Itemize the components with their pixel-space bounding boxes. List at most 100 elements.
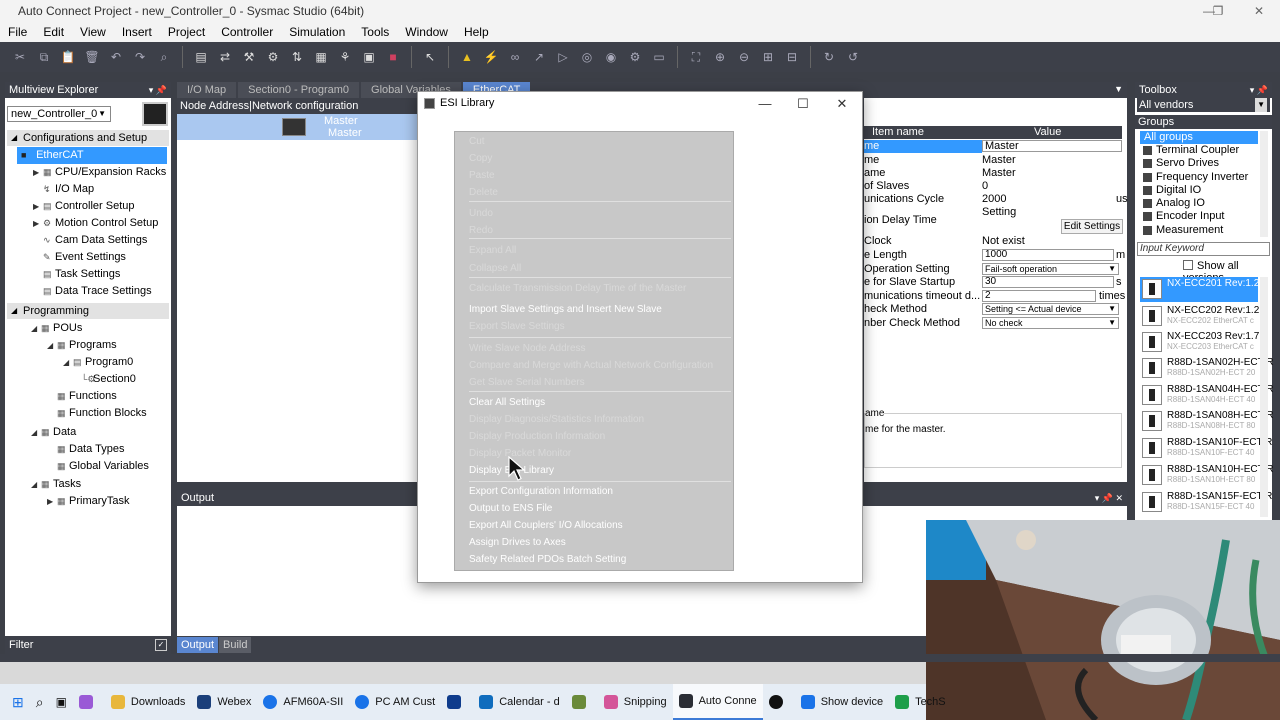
group-digital-io[interactable]: Digital IO: [1140, 184, 1258, 197]
tree-item-data-trace[interactable]: ▤ Data Trace Settings: [43, 283, 152, 300]
dialog-maximize-button[interactable]: ☐: [784, 94, 822, 114]
back-icon[interactable]: ↻: [819, 47, 839, 67]
find-icon[interactable]: ⌕: [154, 47, 174, 67]
run-icon[interactable]: ▷: [553, 47, 573, 67]
taskbar-app-icon[interactable]: [566, 684, 598, 720]
tree-item-cam-data[interactable]: ∿ Cam Data Settings: [43, 232, 147, 249]
groups-scrollbar[interactable]: [1260, 131, 1268, 237]
menu-file[interactable]: File: [0, 25, 35, 39]
zoom-out-icon[interactable]: ⊖: [734, 47, 754, 67]
group-frequency-inverter[interactable]: Frequency Inverter: [1140, 171, 1258, 184]
collapse-icon[interactable]: ◢: [31, 424, 41, 441]
property-row[interactable]: ame Master: [864, 167, 1122, 180]
pin-icon[interactable]: ▾ 📌: [1250, 82, 1268, 98]
taskbar-sysmac[interactable]: Auto Conne: [672, 684, 763, 720]
menu-item-safety-pdos[interactable]: Safety Related PDOs Batch Setting: [469, 554, 626, 565]
tree-item-primary-task[interactable]: ▶ ▦ PrimaryTask: [47, 493, 130, 510]
expand-icon[interactable]: ▶: [33, 164, 43, 181]
property-row[interactable]: nber Check Method No check ▼: [864, 317, 1122, 330]
group-encoder-input[interactable]: Encoder Input: [1140, 210, 1258, 223]
device-name-field[interactable]: Master: [982, 140, 1122, 152]
menu-edit[interactable]: Edit: [35, 25, 72, 39]
taskbar-app-icon[interactable]: [763, 684, 795, 720]
menu-item-write-node-address[interactable]: Write Slave Node Address: [469, 343, 586, 354]
tree-item-program0[interactable]: ◢ ▤ Program0: [63, 354, 133, 371]
programming-header[interactable]: ◢ Programming: [7, 303, 169, 319]
collapse-icon[interactable]: ◢: [31, 320, 41, 337]
menu-insert[interactable]: Insert: [114, 25, 160, 39]
taskbar-show-device[interactable]: Show device: [795, 684, 889, 720]
chevron-down-icon[interactable]: ▼: [1114, 84, 1123, 94]
horizontal-scrollbar[interactable]: [0, 662, 926, 684]
tab-section0[interactable]: Section0 - Program0: [238, 82, 360, 98]
transfer-icon[interactable]: ⇅: [287, 47, 307, 67]
tree-item-pous[interactable]: ◢ ▦ POUs: [31, 320, 82, 337]
tree-item-cpu-racks[interactable]: ▶ ▦ CPU/Expansion Racks: [33, 164, 166, 181]
tree-item-ethercat[interactable]: ■ EtherCAT: [17, 147, 167, 164]
menu-window[interactable]: Window: [397, 25, 456, 39]
simulate-icon[interactable]: ▣: [359, 47, 379, 67]
menu-project[interactable]: Project: [160, 25, 213, 39]
property-row[interactable]: e Length 1000 m: [864, 249, 1125, 262]
wrench-icon[interactable]: ⚒: [239, 47, 259, 67]
property-dropdown[interactable]: No check ▼: [982, 317, 1119, 329]
property-row[interactable]: Clock Not exist: [864, 235, 1122, 248]
menu-item-assign-drives[interactable]: Assign Drives to Axes: [469, 537, 566, 548]
menu-item-diagnosis[interactable]: Display Diagnosis/Statistics Information: [469, 414, 644, 425]
group-terminal-coupler[interactable]: Terminal Coupler: [1140, 144, 1258, 157]
zoom-in-icon[interactable]: ⊕: [710, 47, 730, 67]
taskbar-calendar[interactable]: Calendar - d: [473, 684, 566, 720]
menu-item-collapse-all[interactable]: Collapse All: [469, 263, 521, 274]
copy-icon[interactable]: ⧉: [34, 47, 54, 67]
property-dropdown[interactable]: Fail-soft operation ▼: [982, 263, 1119, 275]
menu-tools[interactable]: Tools: [353, 25, 397, 39]
tree-item-programs[interactable]: ◢ ▦ Programs: [47, 337, 117, 354]
tree-item-functions[interactable]: ▦ Functions: [57, 388, 117, 405]
group-measurement-sensor[interactable]: Measurement Sensor: [1140, 224, 1258, 236]
taskbar-app-icon[interactable]: [441, 684, 473, 720]
group-all[interactable]: All groups: [1140, 131, 1258, 144]
device-item[interactable]: NX-ECC201 Rev:1.2: [1140, 277, 1259, 302]
tree-item-motion-setup[interactable]: ▶ ⚙ Motion Control Setup: [33, 215, 158, 232]
panel-controls-icon[interactable]: ▾ 📌 ✕: [1095, 490, 1123, 506]
menu-item-export-config[interactable]: Export Configuration Information: [469, 486, 613, 497]
menu-item-get-serial[interactable]: Get Slave Serial Numbers: [469, 377, 585, 388]
property-row[interactable]: unications Cycle 2000 us: [864, 193, 1128, 206]
grid-icon[interactable]: ⊞: [758, 47, 778, 67]
watch-icon[interactable]: ◉: [601, 47, 621, 67]
tab-io-map[interactable]: I/O Map: [177, 82, 237, 98]
tree-item-data[interactable]: ◢ ▦ Data: [31, 424, 76, 441]
taskbar-webex[interactable]: Webex: [191, 684, 257, 720]
redo-icon[interactable]: ↷: [130, 47, 150, 67]
property-field[interactable]: 2: [982, 290, 1096, 302]
start-button[interactable]: ⊞: [6, 684, 30, 720]
settings-icon[interactable]: ⚙: [625, 47, 645, 67]
taskbar-techs[interactable]: TechS: [889, 684, 952, 720]
property-row[interactable]: munications timeout d... 2 times: [864, 290, 1125, 303]
fit-icon[interactable]: ⛶: [686, 47, 706, 67]
forward-icon[interactable]: ↺: [843, 47, 863, 67]
monitor-icon[interactable]: ▦: [311, 47, 331, 67]
sync-icon[interactable]: ⇄: [215, 47, 235, 67]
vendor-select[interactable]: All vendors ▼: [1137, 98, 1270, 112]
property-dropdown[interactable]: Setting <= Actual device ▼: [982, 303, 1119, 315]
menu-item-redo[interactable]: Redo: [469, 225, 493, 236]
controller-icon[interactable]: [142, 102, 168, 126]
layout-icon[interactable]: ▭: [649, 47, 669, 67]
undo-icon[interactable]: ↶: [106, 47, 126, 67]
device-item[interactable]: R88D-1SAN02H-ECT R R88D-1SAN02H-ECT 20: [1140, 356, 1274, 381]
menu-item-expand-all[interactable]: Expand All: [469, 245, 516, 256]
tree-item-global-variables[interactable]: ▦ Global Variables: [57, 458, 149, 475]
taskbar-downloads[interactable]: Downloads: [105, 684, 191, 720]
pointer-tool-icon[interactable]: ↖: [420, 47, 440, 67]
stop-icon[interactable]: ■: [383, 47, 403, 67]
collapse-icon[interactable]: ◢: [63, 354, 73, 371]
link-icon[interactable]: ∞: [505, 47, 525, 67]
taskbar-app-icon[interactable]: [73, 684, 105, 720]
tree-item-tasks[interactable]: ◢ ▦ Tasks: [31, 476, 81, 493]
menu-item-production-info[interactable]: Display Production Information: [469, 431, 605, 442]
step-icon[interactable]: ↗: [529, 47, 549, 67]
config-setup-header[interactable]: ◢ Configurations and Setup: [7, 130, 169, 146]
menu-item-output-ens[interactable]: Output to ENS File: [469, 503, 552, 514]
device-item[interactable]: R88D-1SAN08H-ECT R R88D-1SAN08H-ECT 80: [1140, 409, 1274, 434]
